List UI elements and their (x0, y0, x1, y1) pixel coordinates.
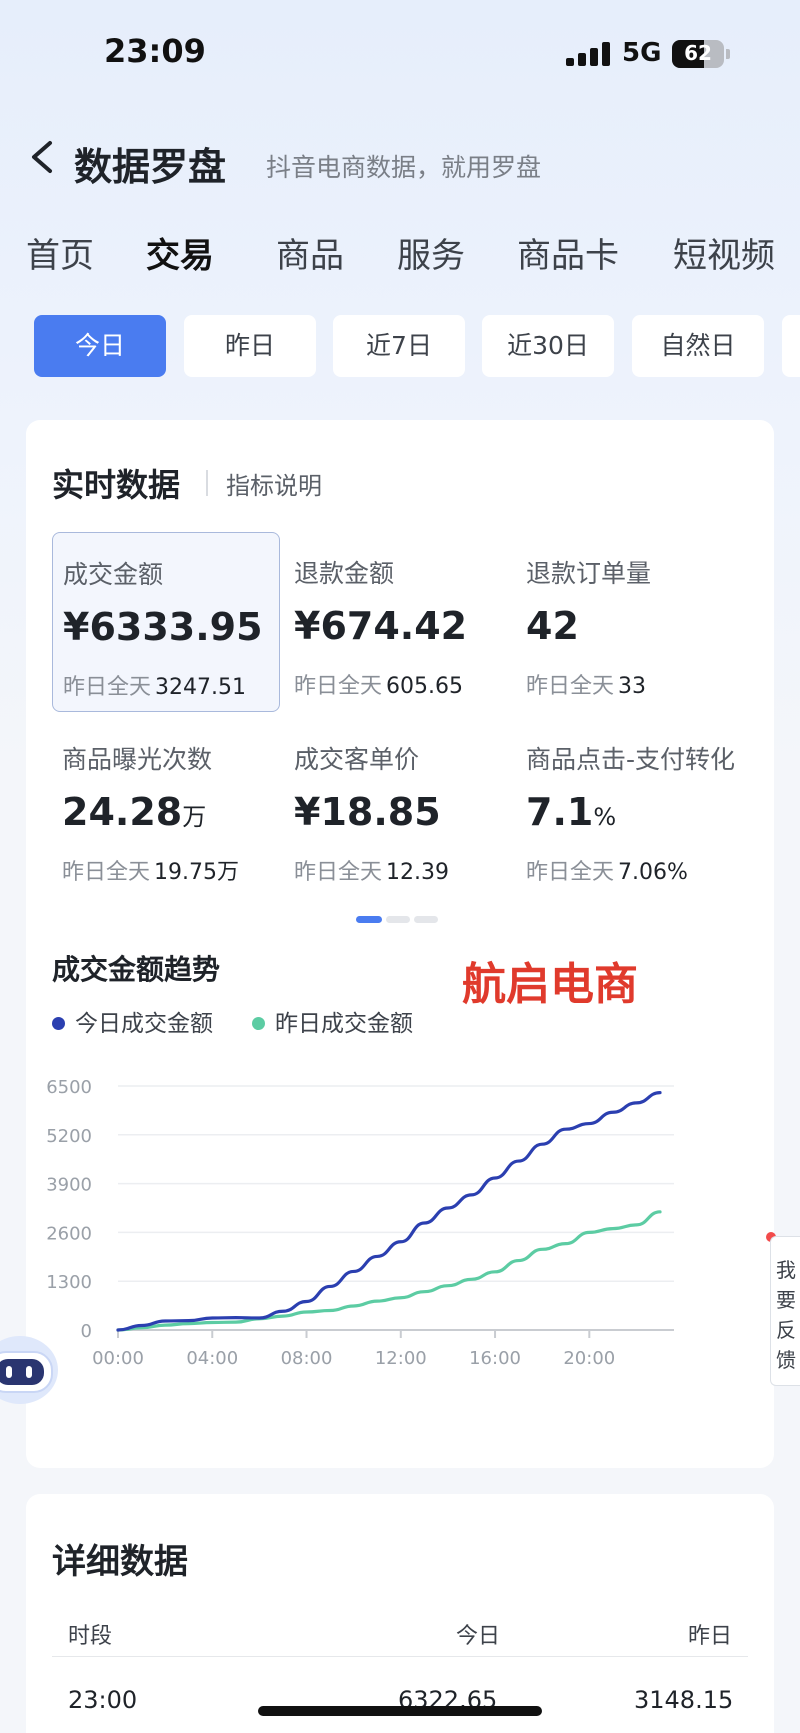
col-header-period: 时段 (68, 1624, 113, 1649)
row-yesterday: 3148.15 (634, 1686, 734, 1714)
metric-prev: 昨日全天 12.39 (294, 860, 449, 885)
feedback-button[interactable]: 我要反馈 (770, 1236, 800, 1386)
legend-today[interactable]: 今日成交金额 (52, 1004, 213, 1038)
range-today[interactable]: 今日 (34, 315, 166, 377)
status-bar: 23:09 5G 62 (0, 0, 800, 110)
metric-prev: 昨日全天 33 (526, 674, 647, 699)
y-tick-label: 3900 (46, 1175, 92, 1196)
tab-service[interactable]: 服务 (397, 228, 465, 277)
range-30days[interactable]: 近30日 (482, 315, 614, 377)
metric-value: ¥674.42 (294, 604, 468, 648)
metric-avg-order-value[interactable]: 成交客单价 ¥18.85 昨日全天 12.39 (284, 718, 512, 898)
date-range-selector: 今日 昨日 近7日 近30日 自然日 (0, 315, 800, 379)
metric-prev: 昨日全天 19.75万 (62, 860, 239, 885)
home-indicator (258, 1706, 542, 1716)
metric-value: ¥18.85 (294, 790, 441, 834)
tab-products[interactable]: 商品 (276, 228, 344, 277)
nav-header: 数据罗盘 抖音电商数据，就用罗盘 (0, 128, 800, 189)
signal-icon (566, 42, 610, 66)
metric-label: 商品点击-支付转化 (526, 745, 736, 774)
metric-value: ¥6333.95 (63, 605, 263, 649)
x-tick-label: 04:00 (186, 1348, 238, 1369)
metric-refund-orders[interactable]: 退款订单量 42 昨日全天 33 (516, 532, 766, 712)
metric-label: 成交客单价 (294, 745, 420, 774)
y-tick-label: 1300 (46, 1272, 92, 1293)
range-more[interactable] (782, 315, 800, 377)
feedback-label: 我要反馈 (776, 1258, 796, 1372)
metric-prev: 昨日全天 3247.51 (63, 675, 246, 700)
back-arrow-icon[interactable] (26, 140, 60, 174)
page-dot-active (356, 916, 382, 923)
metric-value: 24.28万 (62, 790, 207, 834)
battery-icon: 62 (672, 40, 724, 68)
x-tick-label: 12:00 (375, 1348, 427, 1369)
page-indicator (356, 916, 476, 924)
col-header-yesterday: 昨日 (688, 1624, 733, 1649)
gmv-trend-chart[interactable]: 0 1300 2600 3900 5200 6500 00:00 04:00 08:00 12:0… (26, 1040, 774, 1460)
metric-conversion[interactable]: 商品点击-支付转化 7.1% 昨日全天 7.06% (516, 718, 766, 898)
x-tick-label: 00:00 (92, 1348, 144, 1369)
trend-title: 成交金额趋势 (52, 953, 221, 986)
metric-prev: 昨日全天 605.65 (294, 674, 463, 699)
metric-refund-amount[interactable]: 退款金额 ¥674.42 昨日全天 605.65 (284, 532, 512, 712)
x-tick-label: 20:00 (563, 1348, 615, 1369)
detail-title: 详细数据 (52, 1542, 188, 1582)
col-header-today: 今日 (456, 1624, 501, 1649)
metric-explanation-link[interactable]: 指标说明 (226, 466, 322, 501)
detail-card: 详细数据 时段 今日 昨日 23:00 6322.65 3148.15 (26, 1494, 774, 1733)
range-natural-day[interactable]: 自然日 (632, 315, 764, 377)
row-period: 23:00 (68, 1686, 138, 1714)
page-dot (414, 916, 438, 923)
robot-assistant-icon[interactable] (0, 1326, 62, 1410)
metric-prev: 昨日全天 7.06% (526, 860, 688, 885)
tab-short-video[interactable]: 短视频 (673, 228, 775, 277)
page-subtitle: 抖音电商数据，就用罗盘 (266, 153, 542, 182)
x-tick-label: 16:00 (469, 1348, 521, 1369)
realtime-card: 实时数据 指标说明 成交金额 ¥6333.95 昨日全天 3247.51 退款金额… (26, 420, 774, 1468)
network-type: 5G (622, 38, 662, 68)
metric-label: 商品曝光次数 (62, 745, 213, 774)
battery-tip (726, 49, 730, 59)
y-tick-label: 5200 (46, 1126, 92, 1147)
y-tick-label: 0 (81, 1321, 92, 1342)
range-yesterday[interactable]: 昨日 (184, 315, 316, 377)
battery-level: 62 (684, 41, 712, 65)
page-title: 数据罗盘 (74, 145, 227, 189)
title-divider (206, 470, 208, 496)
tab-home[interactable]: 首页 (26, 228, 94, 277)
y-tick-label: 2600 (46, 1223, 92, 1244)
range-7days[interactable]: 近7日 (333, 315, 465, 377)
status-time: 23:09 (104, 32, 206, 70)
metric-exposure[interactable]: 商品曝光次数 24.28万 昨日全天 19.75万 (52, 718, 280, 898)
metric-label: 成交金额 (63, 560, 164, 589)
x-tick-label: 08:00 (281, 1348, 333, 1369)
metric-label: 退款金额 (294, 559, 395, 588)
page-dot (386, 916, 410, 923)
legend-yesterday[interactable]: 昨日成交金额 (252, 1004, 413, 1038)
watermark-text: 航启电商 (462, 959, 638, 1010)
metric-label: 退款订单量 (526, 559, 652, 588)
metric-gmv[interactable]: 成交金额 ¥6333.95 昨日全天 3247.51 (52, 532, 280, 712)
metric-value: 42 (526, 604, 579, 648)
realtime-title: 实时数据 (52, 466, 181, 504)
y-tick-label: 6500 (46, 1077, 92, 1098)
metric-value: 7.1% (526, 790, 617, 834)
tab-trade[interactable]: 交易 (146, 228, 214, 277)
series-line-today (116, 1091, 662, 1332)
series-line-yesterday (116, 1210, 662, 1332)
tab-bar: 首页 交易 商品 服务 商品卡 短视频 (0, 228, 800, 278)
tab-product-card[interactable]: 商品卡 (517, 228, 619, 277)
table-divider (52, 1656, 748, 1657)
